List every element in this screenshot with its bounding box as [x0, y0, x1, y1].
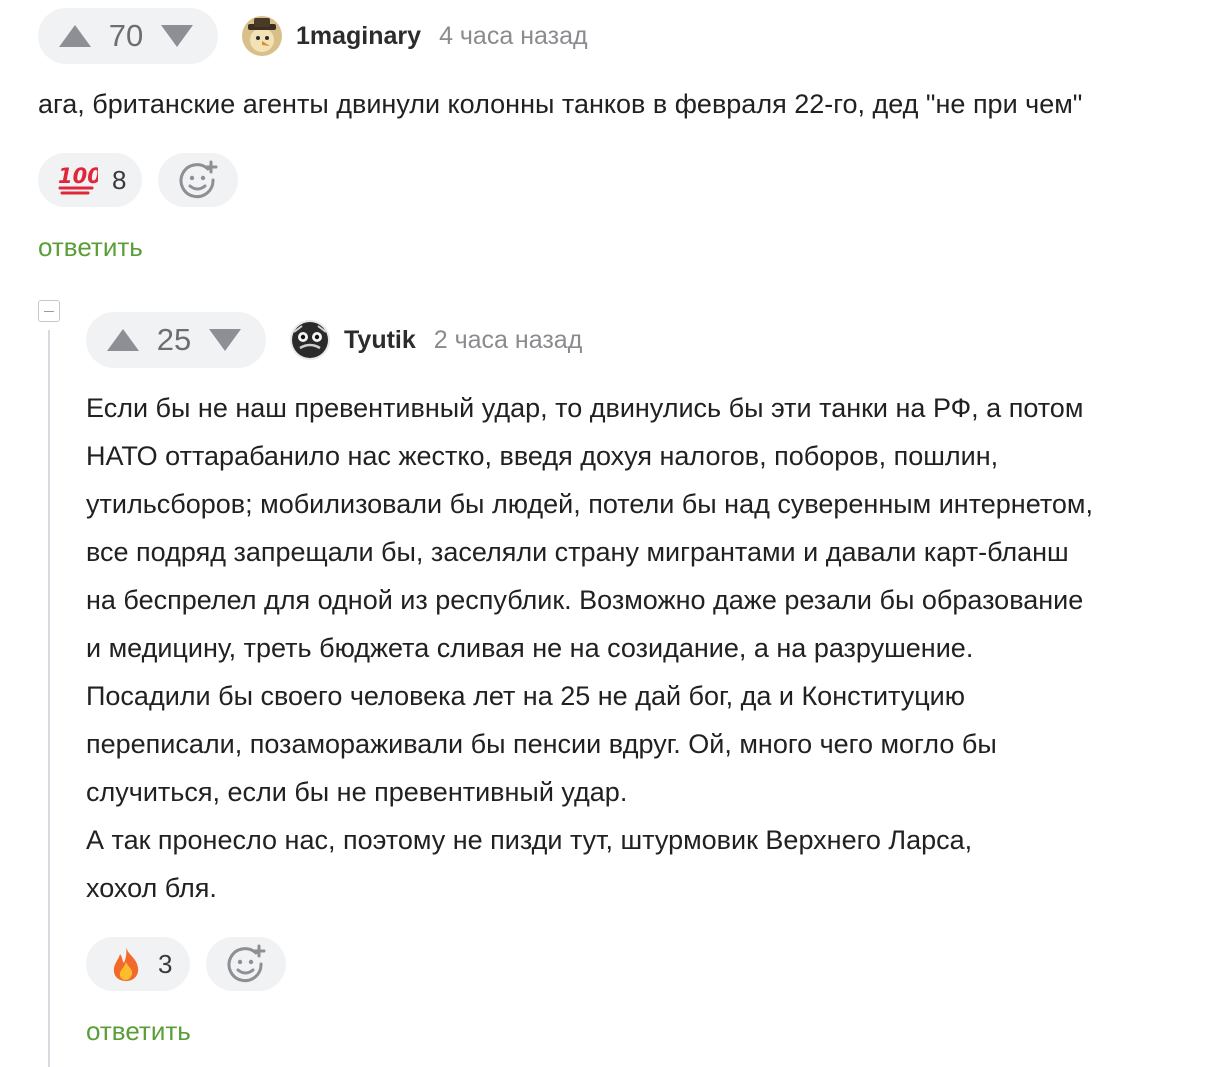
comment-text: ага, британские агенты двинули колонны т…: [38, 89, 1083, 119]
vote-count: 25: [156, 322, 192, 357]
upvote-arrow-icon[interactable]: [106, 328, 140, 352]
add-emoji-icon: [227, 944, 266, 983]
reaction-count: 8: [112, 164, 127, 195]
avatar[interactable]: [290, 320, 330, 360]
reaction-button[interactable]: 3: [86, 937, 190, 991]
add-emoji-icon: [179, 160, 218, 199]
vote-count: 70: [108, 18, 144, 53]
comments-page: 70 1maginary 4 часа назад ага, британски…: [0, 0, 1220, 1067]
vote-widget: 70: [38, 8, 218, 64]
hundred-points-icon: 100: [58, 164, 98, 195]
add-reaction-button[interactable]: [206, 937, 286, 991]
reply-link[interactable]: ответить: [86, 1016, 191, 1047]
author-name[interactable]: Tyutik: [344, 326, 416, 355]
reaction-button[interactable]: 100 8: [38, 153, 142, 207]
upvote-arrow-icon[interactable]: [58, 24, 92, 48]
comment-author: Tyutik 2 часа назад: [290, 320, 582, 360]
fire-icon: [113, 947, 139, 981]
vote-widget: 25: [86, 312, 266, 368]
svg-text:100: 100: [58, 164, 98, 188]
avatar[interactable]: [242, 16, 282, 56]
comment-author: 1maginary 4 часа назад: [242, 16, 588, 56]
collapse-thread-button[interactable]: [38, 300, 60, 322]
thread-line[interactable]: [48, 330, 50, 1067]
reply-link[interactable]: ответить: [38, 232, 143, 263]
downvote-arrow-icon[interactable]: [208, 328, 242, 352]
reaction-count: 3: [158, 948, 173, 979]
comment-timestamp: 2 часа назад: [433, 325, 583, 354]
downvote-arrow-icon[interactable]: [160, 24, 194, 48]
comment-text: Если бы не наш превентивный удар, то дви…: [86, 393, 1093, 903]
comment-timestamp: 4 часа назад: [439, 21, 588, 50]
add-reaction-button[interactable]: [158, 153, 238, 207]
author-name[interactable]: 1maginary: [296, 22, 421, 51]
